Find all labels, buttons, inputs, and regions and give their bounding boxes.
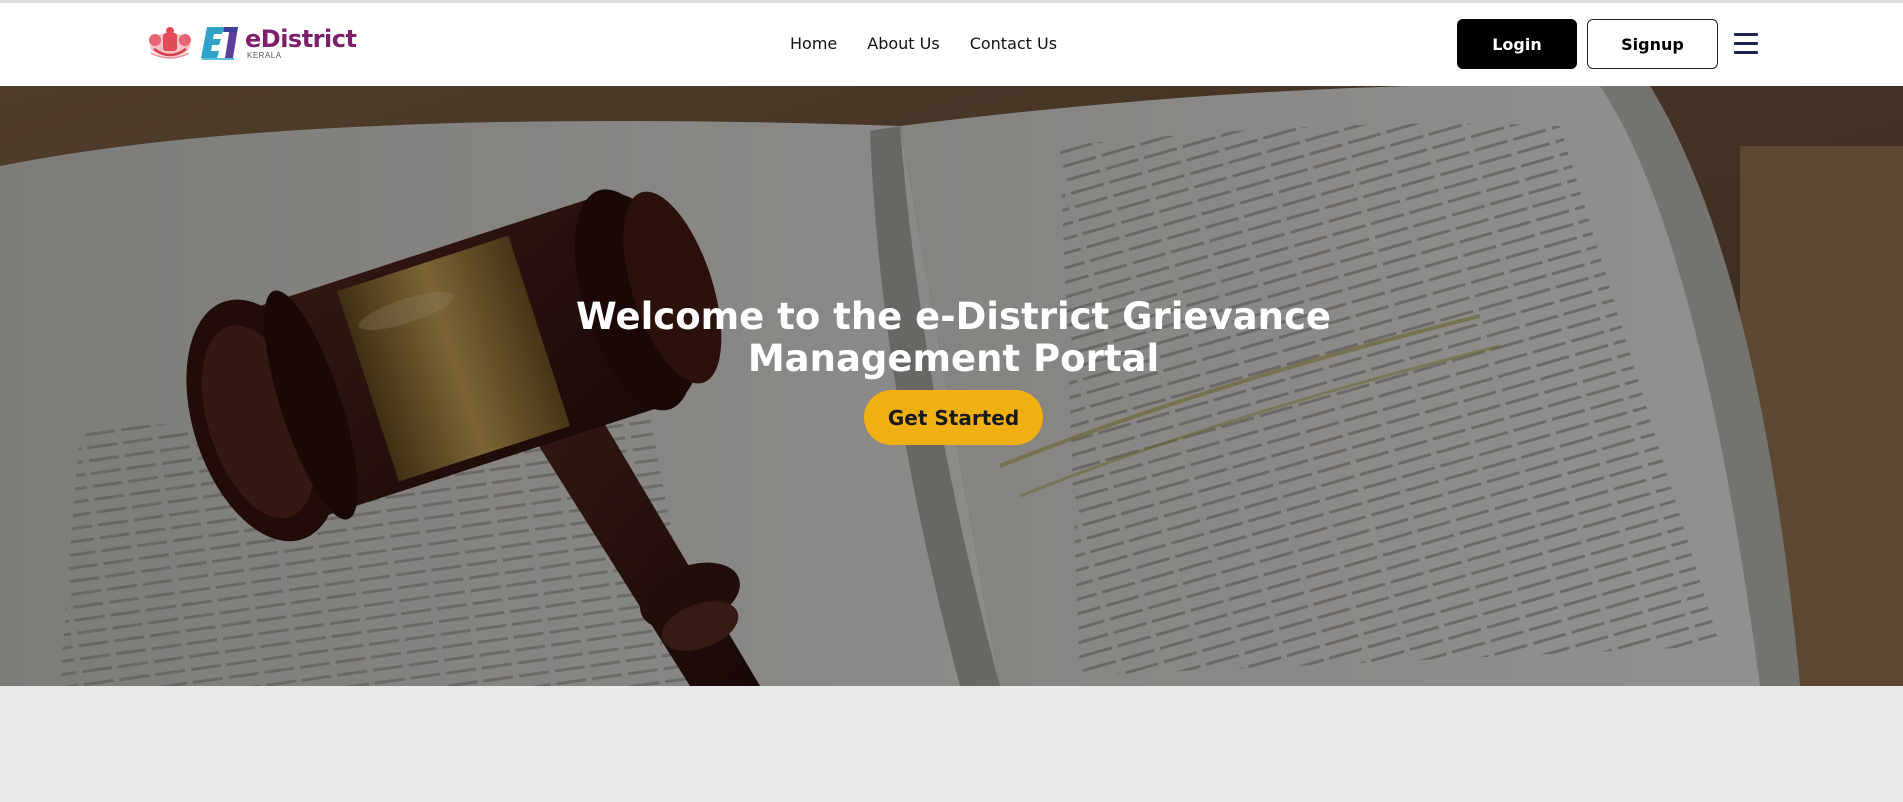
nav-home-link[interactable]: Home (790, 34, 837, 53)
get-started-button[interactable]: Get Started (864, 390, 1043, 445)
site-header: eDistrict KERALA Home About Us Contact U… (0, 0, 1903, 86)
main-nav: Home About Us Contact Us (790, 34, 1057, 53)
signup-button[interactable]: Signup (1587, 19, 1718, 69)
kerala-emblem-icon (149, 27, 191, 59)
nav-about-link[interactable]: About Us (867, 34, 939, 53)
edistrict-mark-icon (201, 27, 238, 60)
logo-subtitle: KERALA (247, 50, 282, 60)
login-button[interactable]: Login (1457, 19, 1577, 69)
content-placeholder-band (0, 686, 1903, 802)
nav-contact-link[interactable]: Contact Us (970, 34, 1057, 53)
hamburger-menu-icon[interactable] (1734, 33, 1758, 55)
logo-title: eDistrict (245, 24, 357, 53)
site-logo[interactable]: eDistrict KERALA (146, 23, 357, 63)
hero-title: Welcome to the e-District Grievance Mana… (576, 295, 1331, 380)
hero-section: Welcome to the e-District Grievance Mana… (0, 86, 1903, 686)
hero-overlay (0, 86, 1903, 686)
